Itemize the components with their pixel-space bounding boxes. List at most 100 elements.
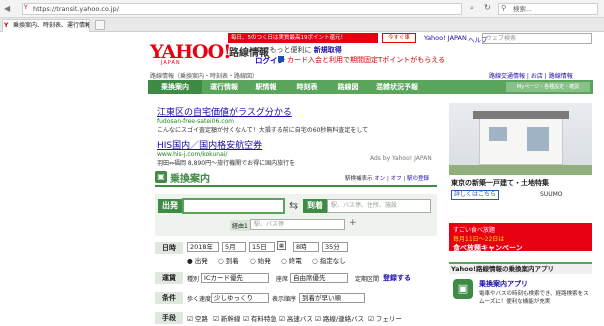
- top-links: 路線交通情報 | お店 | 路線情報: [489, 73, 573, 80]
- date-label: 日時: [155, 242, 183, 254]
- day-select[interactable]: 15日: [249, 242, 275, 252]
- seat-label: 座席: [276, 276, 289, 283]
- ad-title[interactable]: HIS国内／国内格安航空券: [157, 138, 437, 151]
- means-text: フェリー: [375, 315, 402, 323]
- banner-line2: 毎月11日〜22日は: [453, 236, 505, 243]
- seat-select[interactable]: 自由席優先: [290, 273, 348, 283]
- nav-mypage[interactable]: Myページ・各種設定・確認: [506, 82, 590, 92]
- time-option-label: 終電: [288, 257, 302, 265]
- means-ferry[interactable]: ☑ フェリー: [368, 313, 402, 323]
- nav-transfer[interactable]: 乗換案内: [148, 80, 202, 94]
- ad-url[interactable]: fudosan-free-satei06.com: [157, 118, 437, 125]
- search-input[interactable]: 検索...: [498, 3, 598, 15]
- top-link-traffic[interactable]: 路線交通情報: [489, 73, 525, 80]
- via-label: 経由1: [230, 220, 250, 231]
- banner-line1: すごい食べ放題: [453, 227, 496, 234]
- tab-favicon-icon: Y: [4, 22, 9, 29]
- ad-2[interactable]: HIS国内／国内格安航空券 www.his-j.com/kokunai/ 羽田⇔…: [157, 138, 437, 167]
- sort-select[interactable]: 到着が早い順: [299, 293, 365, 303]
- house-window: [489, 127, 507, 141]
- lock-icon: ⌕: [470, 4, 474, 12]
- back-icon[interactable]: ◀: [4, 4, 10, 13]
- station-register[interactable]: 駅の登録: [407, 176, 429, 182]
- grass: [449, 165, 592, 175]
- form-title: 乗換案内: [170, 174, 210, 185]
- header-search-input[interactable]: ウェブ検索: [482, 33, 592, 44]
- minute-select[interactable]: 35分: [322, 242, 348, 252]
- tab-active[interactable]: 乗換案内、時刻表、運行情報 - ...: [2, 19, 90, 32]
- yahoo-japan-link[interactable]: Yahoo! JAPAN: [424, 34, 467, 42]
- login-prompt-text: IDでもっと便利に: [255, 46, 312, 54]
- hour-select[interactable]: 8時: [293, 242, 319, 252]
- food-banner[interactable]: すごい食べ放題 毎月11日〜22日は 食べ放題キャンペーン: [449, 223, 592, 252]
- refresh-icon[interactable]: ↻: [484, 3, 491, 12]
- app-desc: 電車やバスの時刻も検索でき、経路検索をスムーズに！便利な機能が充実: [479, 291, 589, 305]
- via-input[interactable]: 駅、バス停: [250, 219, 345, 230]
- nav-operation[interactable]: 運行情報: [202, 80, 246, 94]
- time-option-none[interactable]: ○ 指定なし: [312, 255, 346, 265]
- ad-title[interactable]: 江東区の自宅価値がラスグ分かる: [157, 105, 437, 118]
- nav-routemap[interactable]: 路線図: [328, 80, 368, 94]
- ad-1[interactable]: 江東区の自宅価値がラスグ分かる fudosan-free-satei06.com…: [157, 105, 437, 134]
- train-icon: ▣: [155, 171, 167, 183]
- commuter-label: 定期区間: [355, 276, 380, 283]
- cond-label: 条件: [155, 292, 183, 304]
- house-ad-image[interactable]: [449, 103, 592, 175]
- login-prompt: IDでもっと便利に 新規取得: [255, 45, 342, 55]
- nav-timetable[interactable]: 時刻表: [286, 80, 328, 94]
- nav-station[interactable]: 駅情報: [246, 80, 286, 94]
- new-tab-button[interactable]: [95, 20, 105, 30]
- means-highway-bus[interactable]: ☑ 高速バス: [279, 313, 313, 323]
- top-link-route[interactable]: 路線情報: [549, 73, 573, 80]
- means-shinkansen[interactable]: ☑ 新幹線: [213, 313, 240, 323]
- means-express[interactable]: ☑ 有料特急: [243, 313, 277, 323]
- means-text: 空路: [194, 315, 208, 323]
- station-display-label: 駅検補表示: [345, 176, 373, 182]
- means-air[interactable]: ☑ 空路: [187, 313, 208, 323]
- walk-label: 歩く速度: [187, 296, 212, 303]
- time-option-depart[interactable]: ● 出発: [187, 255, 208, 265]
- station-display-on[interactable]: オン: [374, 176, 385, 182]
- means-text: 有料特急: [250, 315, 277, 323]
- app-section-header: Yahoo!路線情報の乗換案内アプリ: [449, 262, 592, 274]
- ticket-select[interactable]: ICカード優先: [201, 273, 269, 283]
- means-text: 新幹線: [220, 315, 241, 323]
- station-display-off[interactable]: オフ: [391, 176, 402, 182]
- add-via-icon[interactable]: +: [349, 218, 357, 228]
- from-input[interactable]: [182, 198, 285, 214]
- ad-desc: こんなにスゴイ査定額が付くなんて！大損する前に自宅の60秒無料査定をして: [157, 127, 369, 134]
- time-option-label: 到着: [225, 257, 239, 265]
- promo-button[interactable]: 今すぐ車: [382, 33, 416, 43]
- time-option-last[interactable]: ○ 終電: [281, 255, 302, 265]
- commuter-link[interactable]: 登録する: [383, 273, 411, 283]
- station-display-links: 駅検補表示 オン | オフ | 駅の登録: [345, 176, 430, 182]
- time-option-arrive[interactable]: ○ 到着: [218, 255, 239, 265]
- app-title[interactable]: 乗換案内アプリ: [479, 279, 528, 289]
- house-caption[interactable]: 東京の新築一戸建て・土地特集: [451, 178, 549, 188]
- login-note[interactable]: カード入会と利用で期間固定Tポイントがもらえる: [287, 55, 445, 65]
- signup-link[interactable]: 新規取得: [314, 46, 342, 54]
- top-link-shop[interactable]: お店: [531, 73, 543, 80]
- swap-icon[interactable]: ⇆: [289, 199, 298, 212]
- means-local-bus[interactable]: ☑ 路線/連絡バス: [315, 313, 364, 323]
- tab-close-icon[interactable]: ×: [84, 19, 90, 31]
- house-button[interactable]: 詳しくはこちら: [451, 190, 499, 200]
- promo-banner[interactable]: 毎日、5のつく日は実質最高19ポイント還元！: [228, 33, 378, 43]
- to-input[interactable]: 駅、バス停、住所、施設: [327, 199, 431, 213]
- nav-congestion[interactable]: 混雑状況予報: [368, 80, 426, 94]
- fare-label: 運賃: [155, 272, 183, 284]
- nav-bar: 乗換案内 運行情報 駅情報 時刻表 路線図 混雑状況予報 Myページ・各種設定・…: [148, 80, 593, 94]
- banner-line3: 食べ放題キャンペーン: [453, 244, 523, 252]
- app-icon[interactable]: ▣: [453, 279, 473, 299]
- house-window: [527, 127, 549, 151]
- url-input[interactable]: https://transit.yahoo.co.jp/: [22, 3, 462, 15]
- site-icon: Y: [24, 4, 28, 11]
- time-option-first[interactable]: ○ 始発: [250, 255, 271, 265]
- promo-text: 毎日、5のつく日は実質最高19ポイント還元！: [231, 35, 346, 41]
- calendar-icon[interactable]: ▦: [277, 241, 286, 250]
- walk-select[interactable]: 少しゆっくり: [211, 293, 269, 303]
- ads-by[interactable]: Ads by Yahoo! JAPAN: [370, 155, 432, 162]
- year-select[interactable]: 2018年: [187, 242, 219, 252]
- month-select[interactable]: 5月: [222, 242, 246, 252]
- yahoo-logo-sub: JAPAN: [161, 60, 181, 66]
